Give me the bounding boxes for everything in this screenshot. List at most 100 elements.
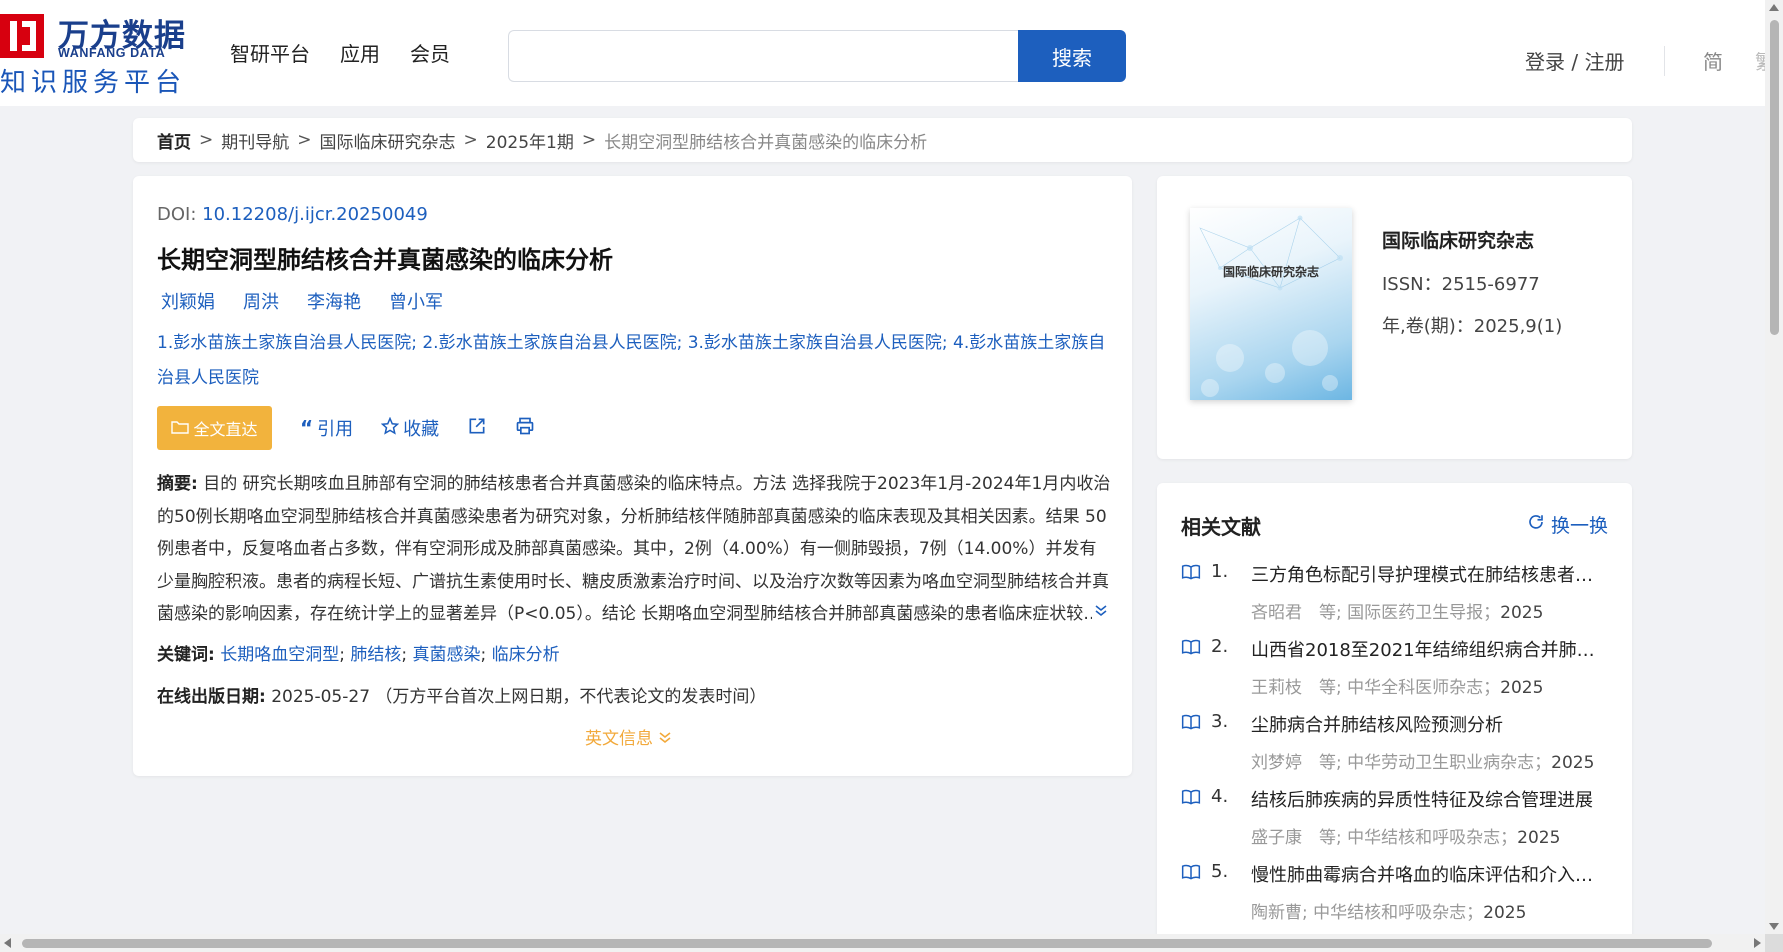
keyword-link[interactable]: 长期咯血空洞型	[220, 645, 339, 665]
journal-name[interactable]: 国际临床研究杂志	[1382, 226, 1534, 253]
article-card: DOI: 10.12208/j.ijcr.20250049 长期空洞型肺结核合并…	[133, 176, 1132, 776]
list-item: 5. 慢性肺曲霉病合并咯血的临床评估和介入治疗 陶新曹; 中华结核和呼吸杂志；2…	[1181, 859, 1611, 934]
scroll-left-icon[interactable]	[4, 938, 11, 948]
book-icon	[1181, 788, 1201, 810]
cover-title: 国际临床研究杂志	[1222, 265, 1319, 279]
related-article-link[interactable]: 尘肺病合并肺结核风险预测分析	[1251, 711, 1601, 737]
search-button[interactable]: 搜索	[1018, 30, 1126, 82]
header-divider	[1664, 46, 1665, 76]
breadcrumb-journal[interactable]: 国际临床研究杂志	[320, 128, 456, 153]
related-year: 2025	[1551, 753, 1595, 773]
search-input[interactable]	[509, 31, 1018, 81]
double-chevron-down-icon	[658, 729, 672, 749]
related-meta: 陶新曹; 中华结核和呼吸杂志；2025	[1251, 898, 1526, 923]
related-list: 1. 三方角色标配引导护理模式在肺结核患者中的应用效果 吝昭君 等; 国际医药卫…	[1181, 559, 1611, 934]
fulltext-button[interactable]: 全文直达	[157, 406, 272, 450]
nav-item-membership[interactable]: 会员	[410, 38, 450, 67]
item-number: 1.	[1211, 561, 1229, 582]
author-link[interactable]: 刘颖娟	[161, 288, 215, 314]
main-nav: 智研平台 应用 会员	[230, 38, 450, 67]
keyword-separator: ;	[339, 645, 351, 665]
expand-abstract-icon[interactable]	[1092, 596, 1108, 629]
nav-item-apps[interactable]: 应用	[340, 38, 380, 67]
related-journal[interactable]: 中华结核和呼吸杂志；	[1347, 828, 1517, 848]
related-authors[interactable]: 刘梦婷 等;	[1251, 753, 1342, 773]
author-link[interactable]: 李海艳	[307, 288, 361, 314]
keywords: 关键词: 长期咯血空洞型; 肺结核; 真菌感染; 临床分析	[157, 640, 560, 665]
abstract-label: 摘要:	[157, 474, 198, 494]
breadcrumb-journal-nav[interactable]: 期刊导航	[221, 128, 289, 153]
logo-text-en: WANFANG DATA	[58, 46, 166, 60]
list-item: 4. 结核后肺疾病的异质性特征及综合管理进展 盛子康 等; 中华结核和呼吸杂志；…	[1181, 784, 1611, 859]
doi-label: DOI:	[157, 204, 197, 225]
print-button[interactable]	[515, 416, 535, 441]
keyword-link[interactable]: 临床分析	[492, 645, 560, 665]
quote-icon: “	[300, 416, 314, 440]
pubdate-label: 在线出版日期:	[157, 687, 266, 707]
breadcrumb-separator: >	[297, 130, 312, 150]
keyword-link[interactable]: 肺结核	[350, 645, 401, 665]
horizontal-scrollbar[interactable]	[0, 934, 1765, 952]
author-link[interactable]: 周洪	[243, 288, 279, 314]
refresh-button[interactable]: 换一换	[1527, 511, 1608, 538]
pub-date: 在线出版日期: 2025-05-27 （万方平台首次上网日期，不代表论文的发表时…	[157, 682, 766, 707]
related-literature: 相关文献 换一换 1. 三方角色标配引导护理模式在肺结核患者中的应用效果 吝昭君…	[1157, 483, 1632, 943]
scroll-right-icon[interactable]	[1754, 938, 1761, 948]
item-number: 4.	[1211, 786, 1229, 807]
share-button[interactable]	[467, 416, 487, 441]
related-journal[interactable]: 中华全科医师杂志；	[1347, 678, 1500, 698]
related-year: 2025	[1500, 678, 1544, 698]
english-info-toggle[interactable]: 英文信息	[585, 724, 672, 749]
horizontal-scroll-thumb[interactable]	[22, 939, 1712, 948]
related-article-link[interactable]: 慢性肺曲霉病合并咯血的临床评估和介入治疗	[1251, 861, 1601, 887]
related-authors[interactable]: 王莉枝 等;	[1251, 678, 1342, 698]
scrollbar-corner	[1765, 934, 1783, 952]
printer-icon	[515, 416, 535, 441]
related-authors[interactable]: 吝昭君 等;	[1251, 603, 1342, 623]
scroll-up-icon[interactable]	[1769, 4, 1779, 11]
logo-mark-icon	[0, 14, 44, 58]
folder-icon	[171, 419, 190, 438]
related-article-link[interactable]: 三方角色标配引导护理模式在肺结核患者中的应用效果	[1251, 561, 1601, 587]
article-title: 长期空洞型肺结核合并真菌感染的临床分析	[157, 246, 613, 274]
lang-simplified-button[interactable]: 简	[1703, 46, 1723, 75]
favorite-button[interactable]: 收藏	[380, 415, 439, 441]
vertical-scrollbar[interactable]	[1765, 0, 1783, 934]
book-icon	[1181, 863, 1201, 885]
refresh-icon	[1527, 513, 1545, 536]
item-number: 5.	[1211, 861, 1229, 882]
vertical-scroll-thumb[interactable]	[1770, 20, 1779, 335]
journal-volume: 年,卷(期)：2025,9(1)	[1382, 316, 1563, 337]
related-journal[interactable]: 国际医药卫生导报；	[1347, 603, 1500, 623]
scroll-down-icon[interactable]	[1769, 923, 1779, 930]
author-list: 刘颖娟 周洪 李海艳 曾小军	[161, 288, 443, 314]
keyword-link[interactable]: 真菌感染	[413, 645, 481, 665]
top-header: 万方数据 WANFANG DATA 知识服务平台 智研平台 应用 会员 搜索 登…	[0, 0, 1765, 106]
related-journal[interactable]: 中华结核和呼吸杂志；	[1313, 903, 1483, 923]
affiliations[interactable]: 1.彭水苗族土家族自治县人民医院; 2.彭水苗族土家族自治县人民医院; 3.彭水…	[157, 326, 1107, 396]
lang-traditional-button[interactable]: 繁	[1755, 46, 1765, 75]
related-authors[interactable]: 陶新曹;	[1251, 903, 1308, 923]
logo-subtitle: 知识服务平台	[0, 68, 187, 98]
related-article-link[interactable]: 山西省2018至2021年结缔组织病合并肺高压	[1251, 636, 1601, 662]
login-register-link[interactable]: 登录 / 注册	[1525, 46, 1624, 75]
author-link[interactable]: 曾小军	[389, 288, 443, 314]
related-journal[interactable]: 中华劳动卫生职业病杂志；	[1347, 753, 1551, 773]
journal-cover[interactable]: 国际临床研究杂志	[1190, 208, 1352, 400]
book-icon	[1181, 563, 1201, 585]
list-item: 1. 三方角色标配引导护理模式在肺结核患者中的应用效果 吝昭君 等; 国际医药卫…	[1181, 559, 1611, 634]
item-number: 2.	[1211, 636, 1229, 657]
related-article-link[interactable]: 结核后肺疾病的异质性特征及综合管理进展	[1251, 786, 1601, 812]
wanfang-logo[interactable]: 万方数据 WANFANG DATA 知识服务平台	[0, 10, 190, 98]
keyword-separator: ;	[401, 645, 413, 665]
doi-link[interactable]: 10.12208/j.ijcr.20250049	[202, 204, 428, 225]
related-meta: 王莉枝 等; 中华全科医师杂志；2025	[1251, 673, 1543, 698]
nav-item-zhiyan[interactable]: 智研平台	[230, 38, 310, 67]
related-year: 2025	[1517, 828, 1561, 848]
related-authors[interactable]: 盛子康 等;	[1251, 828, 1342, 848]
pubdate-note: （万方平台首次上网日期，不代表论文的发表时间）	[375, 687, 767, 707]
cite-button[interactable]: “ 引用	[300, 415, 353, 441]
breadcrumb-issue[interactable]: 2025年1期	[486, 128, 574, 153]
breadcrumb: 首页 > 期刊导航 > 国际临床研究杂志 > 2025年1期 > 长期空洞型肺结…	[133, 118, 1632, 162]
breadcrumb-home[interactable]: 首页	[157, 128, 191, 153]
